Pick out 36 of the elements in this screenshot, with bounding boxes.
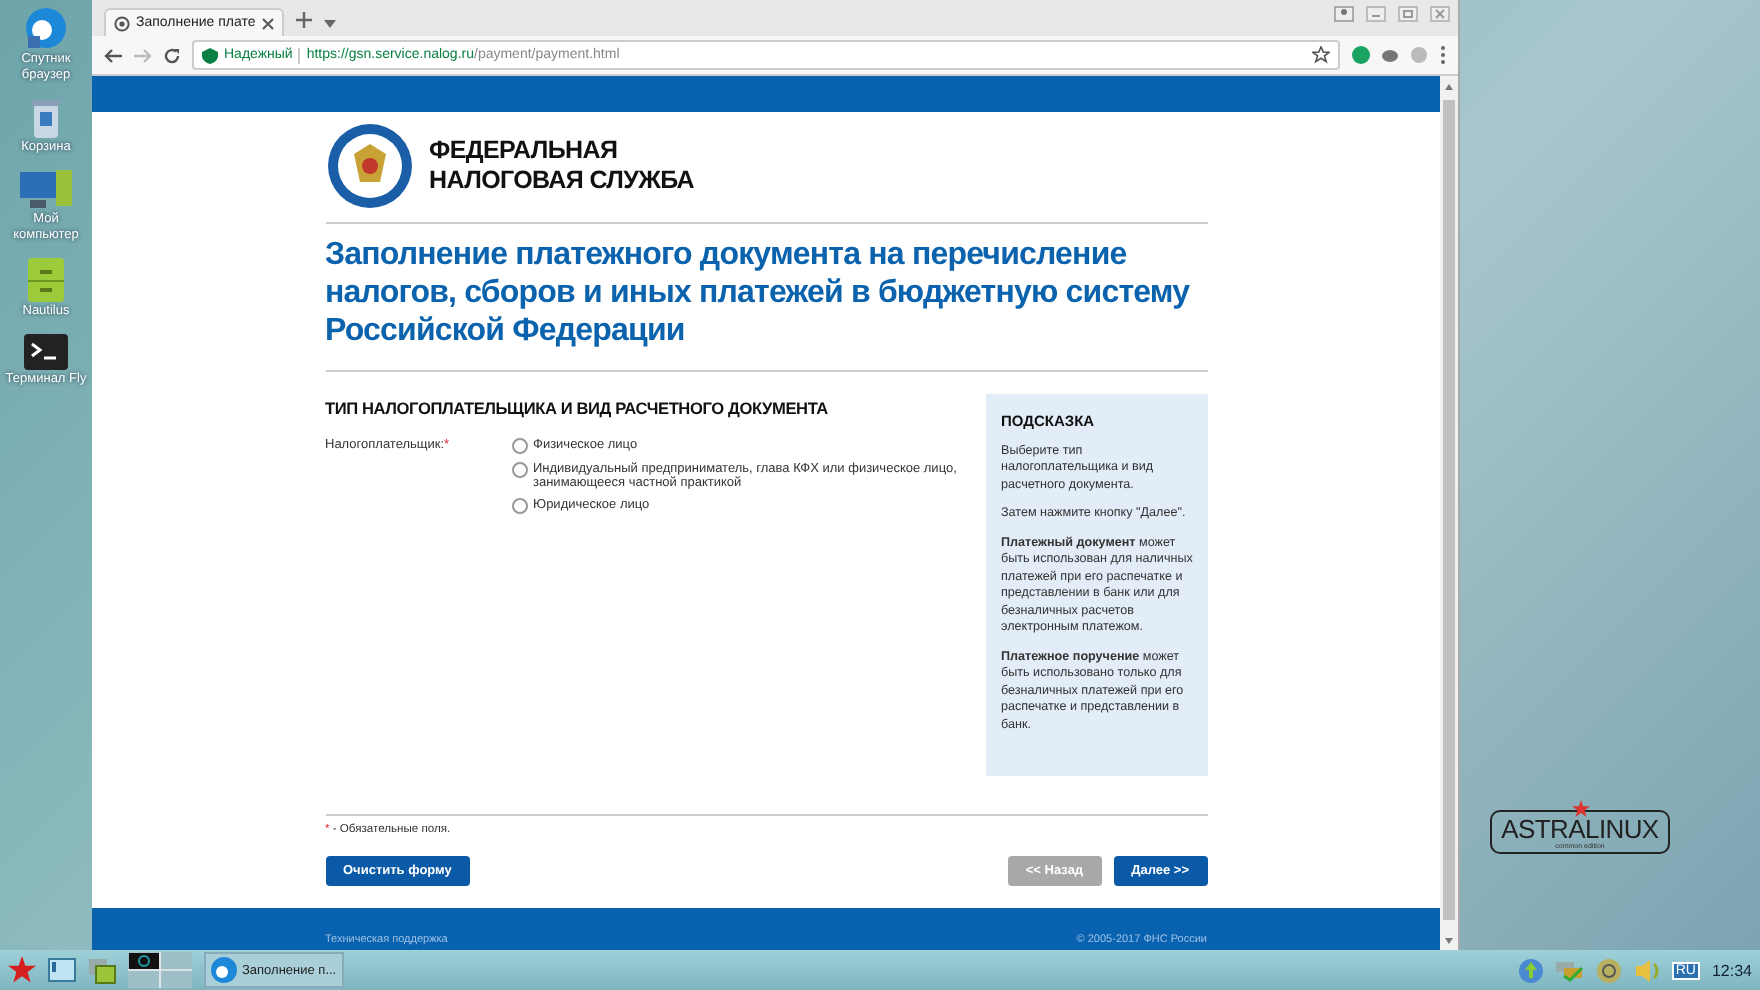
forward-icon[interactable] [134, 47, 152, 63]
agency-name: НАЛОГОВАЯ СЛУЖБА [429, 166, 695, 196]
plus-icon[interactable] [295, 12, 312, 28]
agency-name: ФЕДЕРАЛЬНАЯ [429, 136, 620, 166]
radio-button[interactable] [511, 462, 527, 478]
reload-icon[interactable] [164, 47, 180, 63]
logo-text: ASTRALINUX [1501, 815, 1659, 841]
desktop-icon[interactable] [48, 958, 76, 982]
minimize-icon[interactable] [1366, 6, 1386, 22]
clock: 12:34 [1711, 961, 1752, 979]
update-icon[interactable] [1517, 957, 1544, 983]
radio-button[interactable] [511, 438, 527, 454]
network-icon[interactable] [1555, 958, 1584, 982]
star-icon [1572, 800, 1590, 818]
scrollbar[interactable] [1440, 76, 1458, 952]
browser-icon[interactable] [22, 4, 70, 52]
cabinet-icon[interactable] [24, 256, 68, 304]
close-icon[interactable] [261, 17, 274, 29]
radio-button[interactable] [511, 498, 527, 514]
emblem-icon [325, 122, 413, 210]
browser-icon [210, 956, 238, 984]
star-icon[interactable] [1312, 46, 1330, 64]
shield-icon [202, 47, 218, 63]
user-icon[interactable] [1334, 6, 1354, 22]
menu-icon[interactable] [1440, 46, 1446, 64]
star-icon[interactable] [8, 956, 36, 984]
page-title: Заполнение платежного документа на перечисление налогов, сборов и иных платежей в бюджетную систему Российской Федерации [325, 236, 1192, 350]
section-heading: ТИП НАЛОГОПЛАТЕЛЬЩИКА И ВИД РАСЧЕТНОГО ДОКУМЕНТА [325, 398, 830, 418]
windows-icon[interactable] [88, 957, 116, 983]
computer-icon[interactable] [18, 168, 74, 212]
workspace-pager[interactable] [128, 952, 192, 988]
trash-icon[interactable] [26, 96, 66, 140]
terminal-icon[interactable] [22, 332, 70, 372]
back-icon[interactable] [104, 47, 122, 63]
maximize-icon[interactable] [1398, 6, 1418, 22]
caret-icon[interactable] [323, 20, 336, 28]
